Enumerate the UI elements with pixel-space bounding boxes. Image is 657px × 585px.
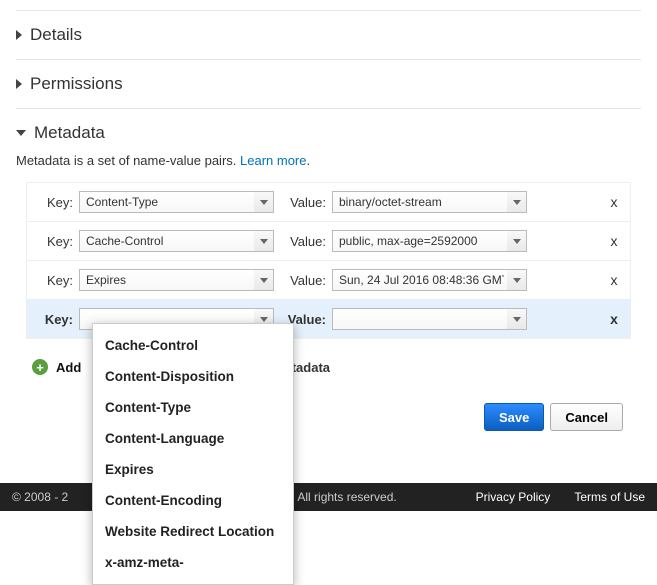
value-input[interactable] <box>332 269 527 291</box>
chevron-down-icon <box>260 200 268 205</box>
footer-copyright-left: © 2008 - 2 <box>12 490 68 504</box>
remove-row-button[interactable]: x <box>604 272 624 288</box>
add-metadata-button[interactable]: Add <box>56 360 81 375</box>
chevron-down-icon <box>16 130 26 136</box>
section-toggle-details[interactable]: Details <box>16 21 641 49</box>
section-title-details: Details <box>30 25 82 45</box>
section-toggle-permissions[interactable]: Permissions <box>16 70 641 98</box>
key-label: Key: <box>33 195 73 210</box>
learn-more-link[interactable]: Learn more <box>240 153 306 168</box>
privacy-policy-link[interactable]: Privacy Policy <box>476 490 551 504</box>
key-option[interactable]: Content-Disposition <box>93 361 293 392</box>
key-dropdown-button[interactable] <box>254 230 274 252</box>
remove-row-button[interactable]: x <box>604 311 624 327</box>
key-suggestions-dropdown: Cache-Control Content-Disposition Conten… <box>92 323 294 585</box>
key-option[interactable]: Website Redirect Location <box>93 516 293 547</box>
plus-icon: + <box>32 359 48 375</box>
chevron-down-icon <box>513 317 521 322</box>
chevron-down-icon <box>513 239 521 244</box>
cancel-button[interactable]: Cancel <box>550 403 623 431</box>
key-option[interactable]: Content-Encoding <box>93 485 293 516</box>
chevron-down-icon <box>513 278 521 283</box>
metadata-row: Key: Value: x <box>27 222 630 261</box>
terms-of-use-link[interactable]: Terms of Use <box>574 490 645 504</box>
key-option[interactable]: Content-Type <box>93 392 293 423</box>
section-title-metadata: Metadata <box>34 123 105 143</box>
key-input[interactable] <box>79 230 274 252</box>
metadata-description: Metadata is a set of name-value pairs. L… <box>16 153 641 168</box>
key-option[interactable]: Content-Language <box>93 423 293 454</box>
remove-row-button[interactable]: x <box>604 233 624 249</box>
value-label: Value: <box>280 234 326 249</box>
key-label: Key: <box>33 312 73 327</box>
key-option[interactable]: x-amz-meta- <box>93 547 293 578</box>
value-dropdown-button[interactable] <box>507 230 527 252</box>
key-dropdown-button[interactable] <box>254 191 274 213</box>
key-input[interactable] <box>79 191 274 213</box>
metadata-row: Key: Value: x <box>27 261 630 300</box>
key-option[interactable]: Cache-Control <box>93 330 293 361</box>
chevron-down-icon <box>513 200 521 205</box>
chevron-right-icon <box>16 30 22 40</box>
value-dropdown-button[interactable] <box>507 269 527 291</box>
value-input[interactable] <box>332 308 527 330</box>
key-label: Key: <box>33 234 73 249</box>
key-option[interactable]: Expires <box>93 454 293 485</box>
chevron-down-icon <box>260 239 268 244</box>
key-dropdown-button[interactable] <box>254 269 274 291</box>
chevron-down-icon <box>260 278 268 283</box>
value-dropdown-button[interactable] <box>507 308 527 330</box>
value-input[interactable] <box>332 230 527 252</box>
chevron-right-icon <box>16 79 22 89</box>
value-label: Value: <box>280 195 326 210</box>
metadata-row: Key: Value: x <box>27 183 630 222</box>
metadata-desc-text: Metadata is a set of name-value pairs. <box>16 153 240 168</box>
chevron-down-icon <box>260 317 268 322</box>
value-label: Value: <box>280 273 326 288</box>
remove-row-button[interactable]: x <box>604 194 624 210</box>
value-input[interactable] <box>332 191 527 213</box>
key-input[interactable] <box>79 269 274 291</box>
metadata-desc-suffix: . <box>307 153 311 168</box>
section-toggle-metadata[interactable]: Metadata <box>16 119 641 147</box>
key-label: Key: <box>33 273 73 288</box>
save-button[interactable]: Save <box>484 403 544 431</box>
value-dropdown-button[interactable] <box>507 191 527 213</box>
section-title-permissions: Permissions <box>30 74 123 94</box>
